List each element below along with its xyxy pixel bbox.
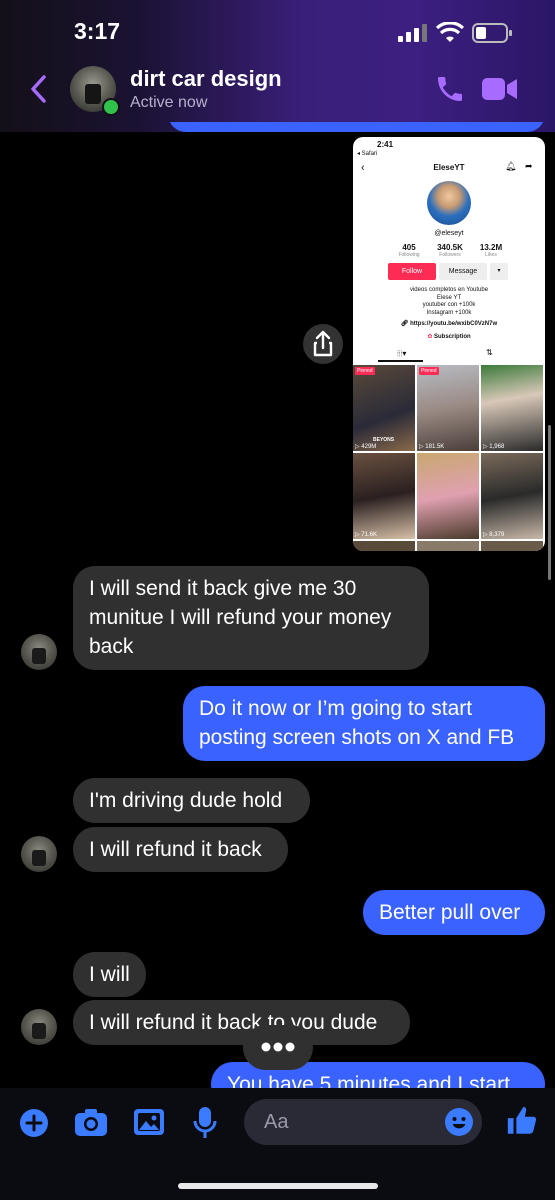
shot-more-button: ▾: [490, 263, 508, 280]
shared-screenshot-image[interactable]: 2:41 ◂ Safari ‹ EleseYT 🔔︎ ➦ @eleseyt 40…: [353, 137, 545, 551]
share-button[interactable]: [303, 324, 343, 364]
shot-follow-button: Follow: [388, 263, 436, 280]
shot-video-7: [353, 541, 415, 551]
emoji-icon[interactable]: [444, 1107, 474, 1137]
microphone-icon[interactable]: [192, 1106, 218, 1140]
signal-icon: [398, 24, 428, 42]
phone-call-icon[interactable]: [434, 72, 466, 106]
shot-video-8: [417, 541, 479, 551]
shot-video-1: Pinned BEYONS ▷ 429M: [353, 365, 415, 451]
shot-message-button: Message: [439, 263, 487, 280]
camera-icon[interactable]: [74, 1107, 108, 1137]
shot-repost-tab-icon: ⇅: [486, 348, 493, 357]
shot-stat-following: 405 Following: [398, 243, 420, 258]
online-indicator: [102, 98, 120, 116]
shot-video-4: ▷ 71.6K: [353, 453, 415, 539]
message-bubble-incoming[interactable]: I'm driving dude hold: [73, 778, 310, 823]
wifi-icon: [436, 22, 464, 44]
shot-bell-icon: 🔔︎: [505, 161, 517, 171]
sender-avatar[interactable]: [21, 634, 57, 670]
gallery-icon[interactable]: [133, 1107, 165, 1137]
share-icon: [313, 330, 333, 357]
message-bubble-incoming[interactable]: I will send it back give me 30 munitue I…: [73, 566, 429, 670]
thumbs-up-icon[interactable]: [505, 1104, 539, 1138]
shot-video-6: ▷ 8,379: [481, 453, 543, 539]
shot-time: 2:41: [377, 140, 394, 149]
shot-tab-underline: [378, 360, 423, 362]
shot-profile-avatar: [427, 181, 471, 225]
shot-video-grid: Pinned BEYONS ▷ 429M Pinned ▷ 181.5K ▷ 1…: [353, 365, 545, 551]
battery-icon: [472, 22, 514, 44]
typing-indicator: [243, 1025, 313, 1070]
shot-grid-tab-icon: ⦙⦙⦙▾: [397, 349, 407, 358]
shot-stat-likes: 13.2M Likes: [479, 243, 503, 258]
shot-video-9: [481, 541, 543, 551]
message-bubble-incoming[interactable]: I will: [73, 952, 146, 997]
contact-name[interactable]: dirt car design: [130, 66, 282, 92]
shot-handle: @eleseyt: [434, 230, 464, 237]
shot-link: 🔗︎ https://youtu.be/wxibC0VzN7w: [400, 321, 498, 327]
message-bubble-incoming[interactable]: I will refund it back to you dude: [73, 1000, 410, 1045]
sender-avatar[interactable]: [21, 1009, 57, 1045]
shot-bio: videos completos en Youtube Elese YT you…: [409, 287, 489, 316]
status-time: 3:17: [74, 18, 121, 44]
message-bubble-incoming[interactable]: I will refund it back: [73, 827, 288, 872]
plus-icon[interactable]: [19, 1108, 49, 1138]
shot-video-2: Pinned ▷ 181.5K: [417, 365, 479, 451]
message-input-placeholder: Aa: [264, 1111, 289, 1133]
video-call-icon[interactable]: [482, 76, 518, 102]
shot-video-3: ▷ 1,968: [481, 365, 543, 451]
back-chevron-icon[interactable]: [28, 74, 48, 104]
shot-share-icon: ➦: [525, 161, 533, 171]
shot-subscription: ✿ Subscription: [427, 334, 471, 340]
active-status: Active now: [130, 94, 208, 111]
shot-stat-followers: 340.5K Followers: [437, 243, 463, 258]
message-bubble-outgoing[interactable]: Better pull over: [363, 890, 545, 935]
sender-avatar[interactable]: [21, 836, 57, 872]
message-input[interactable]: Aa: [244, 1099, 482, 1145]
shot-back-app: ◂ Safari: [357, 151, 378, 157]
message-bubble-outgoing[interactable]: Do it now or I’m going to start posting …: [183, 686, 545, 761]
shot-video-5: [417, 453, 479, 539]
home-indicator: [178, 1183, 378, 1189]
scrollbar[interactable]: [548, 425, 551, 580]
